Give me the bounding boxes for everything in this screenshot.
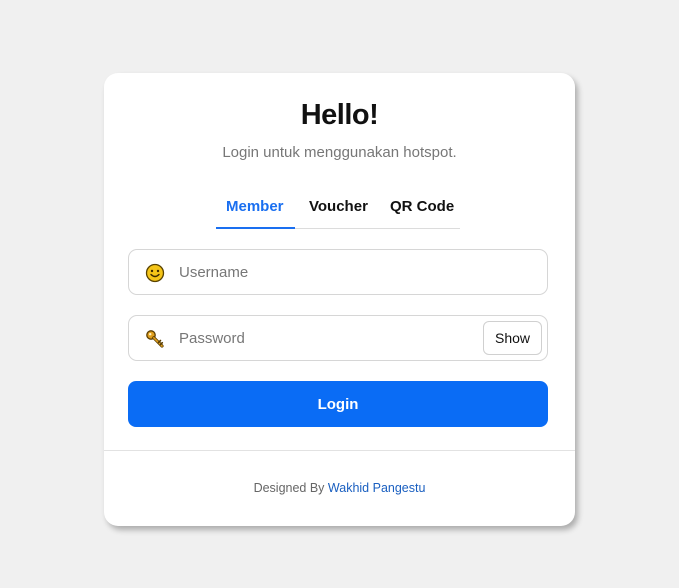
- author-link[interactable]: Wakhid Pangestu: [328, 481, 426, 495]
- tab-voucher[interactable]: Voucher: [309, 198, 368, 215]
- footer-credit: Designed By Wakhid Pangestu: [104, 481, 575, 495]
- login-button[interactable]: Login: [128, 381, 548, 427]
- divider: [104, 450, 575, 451]
- footer-prefix: Designed By: [253, 481, 328, 495]
- smiley-face-icon: [145, 263, 165, 283]
- username-input[interactable]: [179, 250, 469, 294]
- password-input[interactable]: [179, 316, 469, 360]
- password-field[interactable]: Show: [128, 315, 548, 361]
- show-password-button[interactable]: Show: [483, 321, 542, 355]
- page-subtitle: Login untuk menggunakan hotspot.: [222, 144, 457, 161]
- login-tabs: Member Voucher QR Code: [216, 188, 460, 229]
- tab-member[interactable]: Member: [226, 198, 284, 215]
- login-card: Hello! Login untuk menggunakan hotspot. …: [104, 73, 575, 526]
- username-field[interactable]: [128, 249, 548, 295]
- page-background: Hello! Login untuk menggunakan hotspot. …: [0, 0, 679, 588]
- page-title: Hello!: [300, 99, 379, 131]
- tab-qr-code[interactable]: QR Code: [390, 198, 454, 215]
- key-icon: [145, 329, 165, 349]
- active-tab-indicator: [216, 227, 295, 229]
